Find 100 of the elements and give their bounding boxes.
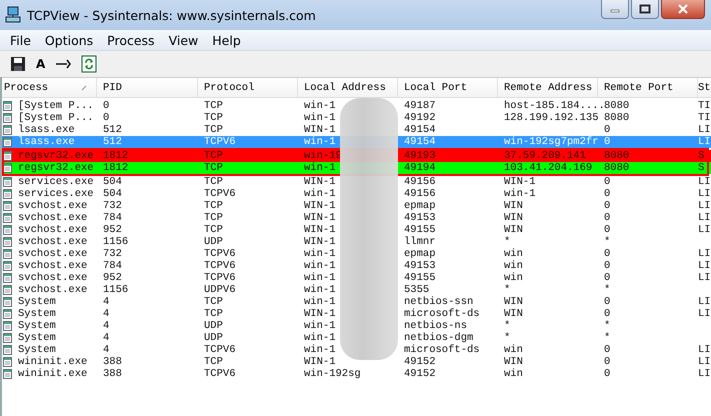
- window-icon: [3, 189, 12, 199]
- table-row[interactable]: svchost.exe 1156 UDPV6 win-1 5355 * *: [2, 284, 711, 296]
- table-cell: 103.41.204.169: [504, 162, 592, 174]
- table-cell: LI: [698, 124, 711, 136]
- table-cell: TCP: [204, 296, 223, 308]
- table-cell: 0: [604, 356, 610, 368]
- table-cell: TCP: [204, 112, 223, 124]
- table-cell: *: [604, 284, 610, 296]
- column-header[interactable]: PID: [97, 78, 198, 97]
- table-row[interactable]: services.exe 504 TCP WIN-1 49156 WIN-1 0 LI: [2, 176, 711, 188]
- column-header[interactable]: St: [698, 78, 711, 97]
- table-cell: 732: [103, 200, 122, 212]
- menu-item[interactable]: View: [162, 32, 206, 48]
- menu-item[interactable]: Options: [38, 32, 100, 48]
- table-cell: LI: [698, 272, 711, 284]
- table-cell: LI: [698, 136, 711, 148]
- table-row[interactable]: [System P... 0 TCP win-1 49192 128.199.192.135 8080 TI: [2, 112, 711, 124]
- column-header[interactable]: Remote Address: [498, 78, 598, 97]
- table-cell: 1156: [103, 236, 128, 248]
- table-row[interactable]: wininit.exe 388 TCP WIN-1 49152 WIN 0 LI: [2, 356, 711, 368]
- table-cell: WIN: [504, 308, 523, 320]
- window-icon: [3, 113, 12, 123]
- menu-item[interactable]: Help: [205, 32, 248, 48]
- table-cell: TI: [698, 112, 711, 124]
- table-row[interactable]: regsvr32.exe 1812 TCP win-1 49194 103.41.204.169 8080 S: [2, 162, 711, 174]
- table-cell: WIN: [504, 296, 523, 308]
- table-cell: 952: [103, 224, 122, 236]
- table-cell: 1812: [103, 162, 128, 174]
- table-cell: win-1: [304, 272, 336, 284]
- table-cell: 49154: [404, 124, 436, 136]
- table-row[interactable]: System 4 TCP WIN-1 microsoft-ds WIN 0 LI: [2, 308, 711, 320]
- table-row[interactable]: svchost.exe 732 TCP WIN-1 epmap WIN 0 LI: [2, 200, 711, 212]
- window-icon: [3, 321, 12, 331]
- column-header[interactable]: Protocol: [198, 78, 298, 97]
- table-cell: win-1: [304, 112, 336, 124]
- table-cell: win: [504, 248, 523, 260]
- table-row[interactable]: svchost.exe 784 TCP WIN-1 49153 WIN 0 LI: [2, 212, 711, 224]
- table-cell: microsoft-ds: [404, 344, 480, 356]
- table-cell: 49155: [404, 224, 436, 236]
- refresh-icon: [81, 55, 98, 73]
- window-icon: [3, 357, 12, 367]
- table-cell: 784: [103, 212, 122, 224]
- table-cell: TCPV6: [204, 248, 236, 260]
- table-row[interactable]: [System P... 0 TCP win-1 49187 host-185.184....8080 TI: [2, 100, 711, 112]
- table-cell: host-185.184....: [504, 100, 605, 112]
- column-header[interactable]: Local Address: [298, 78, 398, 97]
- column-header[interactable]: Remote Port: [598, 78, 698, 97]
- table-row[interactable]: svchost.exe 952 TCPV6 win-1 49155 win 0 LI: [2, 272, 711, 284]
- table-cell: 49156: [404, 188, 436, 200]
- table-cell: 0: [604, 176, 610, 188]
- table-cell: System: [18, 344, 56, 356]
- window-icon: [3, 125, 12, 135]
- table-cell: TCP: [204, 200, 223, 212]
- menu-item[interactable]: File: [3, 32, 38, 48]
- table-cell: 0: [604, 260, 610, 272]
- table-cell: WIN-1: [304, 308, 336, 320]
- table-row[interactable]: wininit.exe 388 TCPV6 win-192sg 49152 win 0 LI: [2, 368, 711, 380]
- close-button[interactable]: [661, 0, 705, 19]
- table-cell: regsvr32.exe: [18, 150, 94, 162]
- table-row[interactable]: svchost.exe 732 TCPV6 win-1 epmap win 0 LI: [2, 248, 711, 260]
- table-cell: 4: [103, 344, 110, 356]
- table-cell: 0: [604, 200, 610, 212]
- table-cell: System: [18, 320, 56, 332]
- table-cell: svchost.exe: [18, 284, 88, 296]
- font-button[interactable]: A: [34, 53, 48, 75]
- table-cell: services.exe: [18, 188, 94, 200]
- table-cell: 49154: [404, 136, 436, 148]
- column-header[interactable]: Local Port: [398, 78, 498, 97]
- table-cell: 0: [604, 296, 610, 308]
- table-row[interactable]: System 4 TCPV6 win-1 microsoft-ds win 0 LI: [2, 344, 711, 356]
- menu-item[interactable]: Process: [100, 32, 162, 48]
- table-row[interactable]: System 4 UDP win-1 netbios-ns * *: [2, 320, 711, 332]
- table-cell: 504: [103, 188, 122, 200]
- table-cell: win: [504, 260, 523, 272]
- window-icon: [3, 163, 12, 173]
- table-row[interactable]: System 4 UDP win-1 netbios-dgm * *: [2, 332, 711, 344]
- table-cell: LI: [698, 176, 711, 188]
- table-row[interactable]: svchost.exe 1156 UDP WIN-1 llmnr * *: [2, 236, 711, 248]
- table-cell: 37.59.209.141: [504, 150, 586, 162]
- table-cell: TCPV6: [204, 136, 236, 148]
- table-cell: WIN-1: [304, 212, 336, 224]
- table-row[interactable]: System 4 TCP win-1 netbios-ssn WIN 0 LI: [2, 296, 711, 308]
- window-icon: [3, 249, 12, 259]
- column-header[interactable]: Process: [2, 78, 97, 97]
- table-row[interactable]: svchost.exe 952 TCP WIN-1 49155 WIN 0 LI: [2, 224, 711, 236]
- table-cell: 512: [103, 124, 122, 136]
- table-cell: TCPV6: [204, 272, 236, 284]
- table-cell: 0: [604, 212, 610, 224]
- table-row[interactable]: svchost.exe 784 TCPV6 win-1 49153 win 0 LI: [2, 260, 711, 272]
- table-row[interactable]: services.exe 504 TCPV6 win-1 49156 win-1 0 LI: [2, 188, 711, 200]
- refresh-button[interactable]: [79, 53, 100, 75]
- maximize-button[interactable]: [631, 0, 659, 19]
- window-icon: [3, 285, 12, 295]
- network-computer-icon: [4, 6, 22, 24]
- table-cell: TCPV6: [204, 188, 236, 200]
- table-cell: 8080: [604, 162, 630, 174]
- table-cell: TCP: [204, 176, 223, 188]
- table-row[interactable]: lsass.exe 512 TCP WIN-1 49154 0 LI: [2, 124, 711, 136]
- table-cell: svchost.exe: [18, 272, 88, 284]
- table-cell: *: [504, 320, 510, 332]
